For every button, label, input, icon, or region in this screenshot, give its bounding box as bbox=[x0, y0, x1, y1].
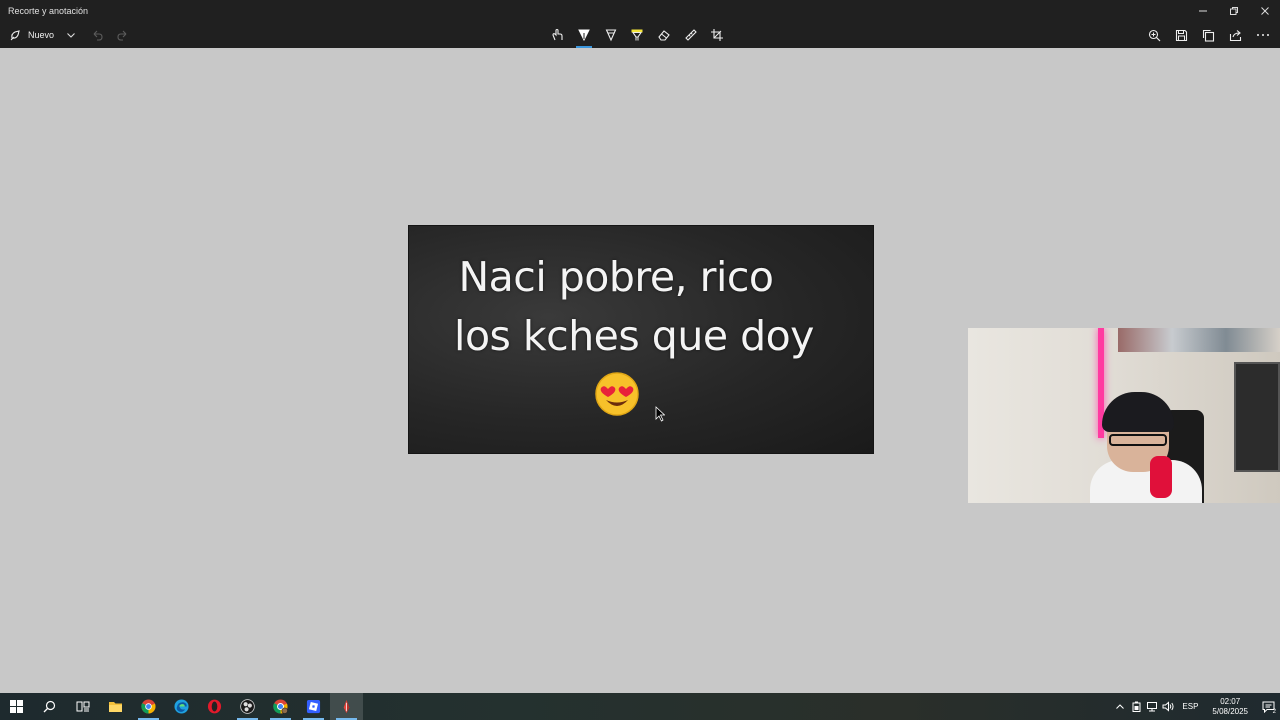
new-snip-dropdown[interactable] bbox=[58, 25, 84, 45]
redo-icon bbox=[117, 30, 127, 41]
copy-button[interactable] bbox=[1195, 25, 1222, 45]
save-icon bbox=[1175, 29, 1188, 41]
close-button[interactable] bbox=[1249, 0, 1280, 22]
chevron-up-icon bbox=[1116, 703, 1125, 709]
volume-control[interactable] bbox=[1160, 693, 1176, 720]
clock-date: 5/08/2025 bbox=[1212, 706, 1248, 716]
task-view-icon bbox=[76, 701, 89, 712]
captured-snip-image[interactable]: Naci pobre, rico los kches que doy bbox=[408, 225, 874, 454]
zoom-icon bbox=[1148, 29, 1161, 41]
app-title: Recorte y anotación bbox=[8, 6, 89, 16]
restore-icon bbox=[1229, 7, 1238, 15]
close-icon bbox=[1260, 7, 1269, 15]
battery-status[interactable] bbox=[1128, 693, 1144, 720]
volume-icon bbox=[1162, 701, 1174, 712]
network-status[interactable] bbox=[1144, 693, 1160, 720]
opera-icon bbox=[207, 699, 222, 714]
toolbar-right bbox=[1141, 25, 1276, 45]
taskbar-search-button[interactable] bbox=[33, 693, 66, 720]
touch-writing-icon bbox=[552, 28, 563, 41]
annotation-tools bbox=[544, 25, 731, 48]
taskbar-chrome[interactable] bbox=[132, 693, 165, 720]
snip-caption-line-1: Naci pobre, rico bbox=[458, 253, 774, 301]
share-button[interactable] bbox=[1222, 25, 1249, 45]
more-icon bbox=[1256, 34, 1269, 36]
webcam-background-mirror bbox=[1234, 362, 1280, 472]
search-icon bbox=[43, 700, 56, 713]
new-snip-icon bbox=[10, 30, 20, 41]
taskbar-clock[interactable]: 02:07 5/08/2025 bbox=[1204, 697, 1256, 717]
obs-icon bbox=[240, 699, 255, 714]
start-button[interactable] bbox=[0, 693, 33, 720]
window-controls bbox=[1187, 0, 1280, 22]
webcam-overlay bbox=[968, 328, 1280, 503]
restore-button[interactable] bbox=[1218, 0, 1249, 22]
show-hidden-icons-button[interactable] bbox=[1112, 693, 1128, 720]
copy-icon bbox=[1202, 29, 1215, 42]
input-language[interactable]: ESP bbox=[1176, 702, 1204, 711]
taskbar: ESP 02:07 5/08/2025 2 bbox=[0, 693, 1280, 720]
undo-icon bbox=[93, 30, 103, 41]
minimize-icon bbox=[1198, 10, 1207, 12]
webcam-background-shelf bbox=[1118, 328, 1280, 352]
new-snip-label: Nuevo bbox=[28, 30, 55, 40]
toolbar-left: Nuevo bbox=[6, 25, 136, 45]
webcam-microphone bbox=[1150, 456, 1172, 498]
redo-button[interactable] bbox=[110, 25, 136, 45]
zoom-button[interactable] bbox=[1141, 25, 1168, 45]
crop-button[interactable] bbox=[704, 25, 731, 45]
save-button[interactable] bbox=[1168, 25, 1195, 45]
clock-time: 02:07 bbox=[1220, 696, 1241, 706]
pencil-icon bbox=[605, 29, 617, 42]
toolbar: Nuevo bbox=[0, 22, 1280, 48]
system-tray: ESP 02:07 5/08/2025 2 bbox=[1112, 693, 1280, 720]
crop-icon bbox=[711, 29, 724, 41]
snip-caption-line-2: los kches que doy bbox=[454, 312, 814, 360]
taskbar-opera[interactable] bbox=[198, 693, 231, 720]
chrome-profile-icon bbox=[273, 699, 288, 714]
webcam-person-glasses bbox=[1109, 434, 1167, 446]
heart-eyes-emoji-icon bbox=[595, 372, 639, 416]
pencil-button[interactable] bbox=[597, 25, 624, 45]
chevron-down-icon bbox=[67, 33, 75, 38]
taskbar-edge[interactable] bbox=[165, 693, 198, 720]
touch-writing-button[interactable] bbox=[544, 25, 571, 45]
taskbar-obs[interactable] bbox=[231, 693, 264, 720]
roblox-icon bbox=[306, 699, 321, 714]
taskbar-chrome-profile[interactable] bbox=[264, 693, 297, 720]
chrome-icon bbox=[141, 699, 156, 714]
title-bar: Recorte y anotación bbox=[0, 0, 1280, 22]
ruler-button[interactable] bbox=[677, 25, 704, 45]
more-button[interactable] bbox=[1249, 25, 1276, 45]
share-icon bbox=[1229, 29, 1242, 41]
ruler-icon bbox=[685, 29, 697, 41]
minimize-button[interactable] bbox=[1187, 0, 1218, 22]
task-view-button[interactable] bbox=[66, 693, 99, 720]
snip-sketch-icon bbox=[343, 699, 350, 714]
taskbar-file-explorer[interactable] bbox=[99, 693, 132, 720]
undo-button[interactable] bbox=[84, 25, 110, 45]
highlighter-button[interactable] bbox=[624, 25, 651, 45]
start-icon bbox=[10, 700, 23, 713]
battery-icon bbox=[1132, 701, 1141, 712]
file-explorer-icon bbox=[109, 702, 122, 712]
mouse-cursor-icon bbox=[655, 406, 665, 422]
network-icon bbox=[1147, 702, 1158, 712]
taskbar-roblox[interactable] bbox=[297, 693, 330, 720]
new-snip-button[interactable]: Nuevo bbox=[6, 25, 58, 45]
webcam-person-hair bbox=[1102, 392, 1174, 432]
edge-icon bbox=[174, 699, 189, 714]
taskbar-snip-sketch[interactable] bbox=[330, 693, 363, 720]
eraser-button[interactable] bbox=[651, 25, 678, 45]
notification-center-button[interactable]: 2 bbox=[1256, 693, 1280, 720]
ballpoint-pen-button[interactable] bbox=[571, 25, 598, 48]
ballpoint-pen-icon bbox=[578, 29, 590, 42]
eraser-icon bbox=[658, 30, 670, 41]
highlighter-icon bbox=[631, 29, 643, 41]
notification-count: 2 bbox=[1272, 709, 1276, 715]
